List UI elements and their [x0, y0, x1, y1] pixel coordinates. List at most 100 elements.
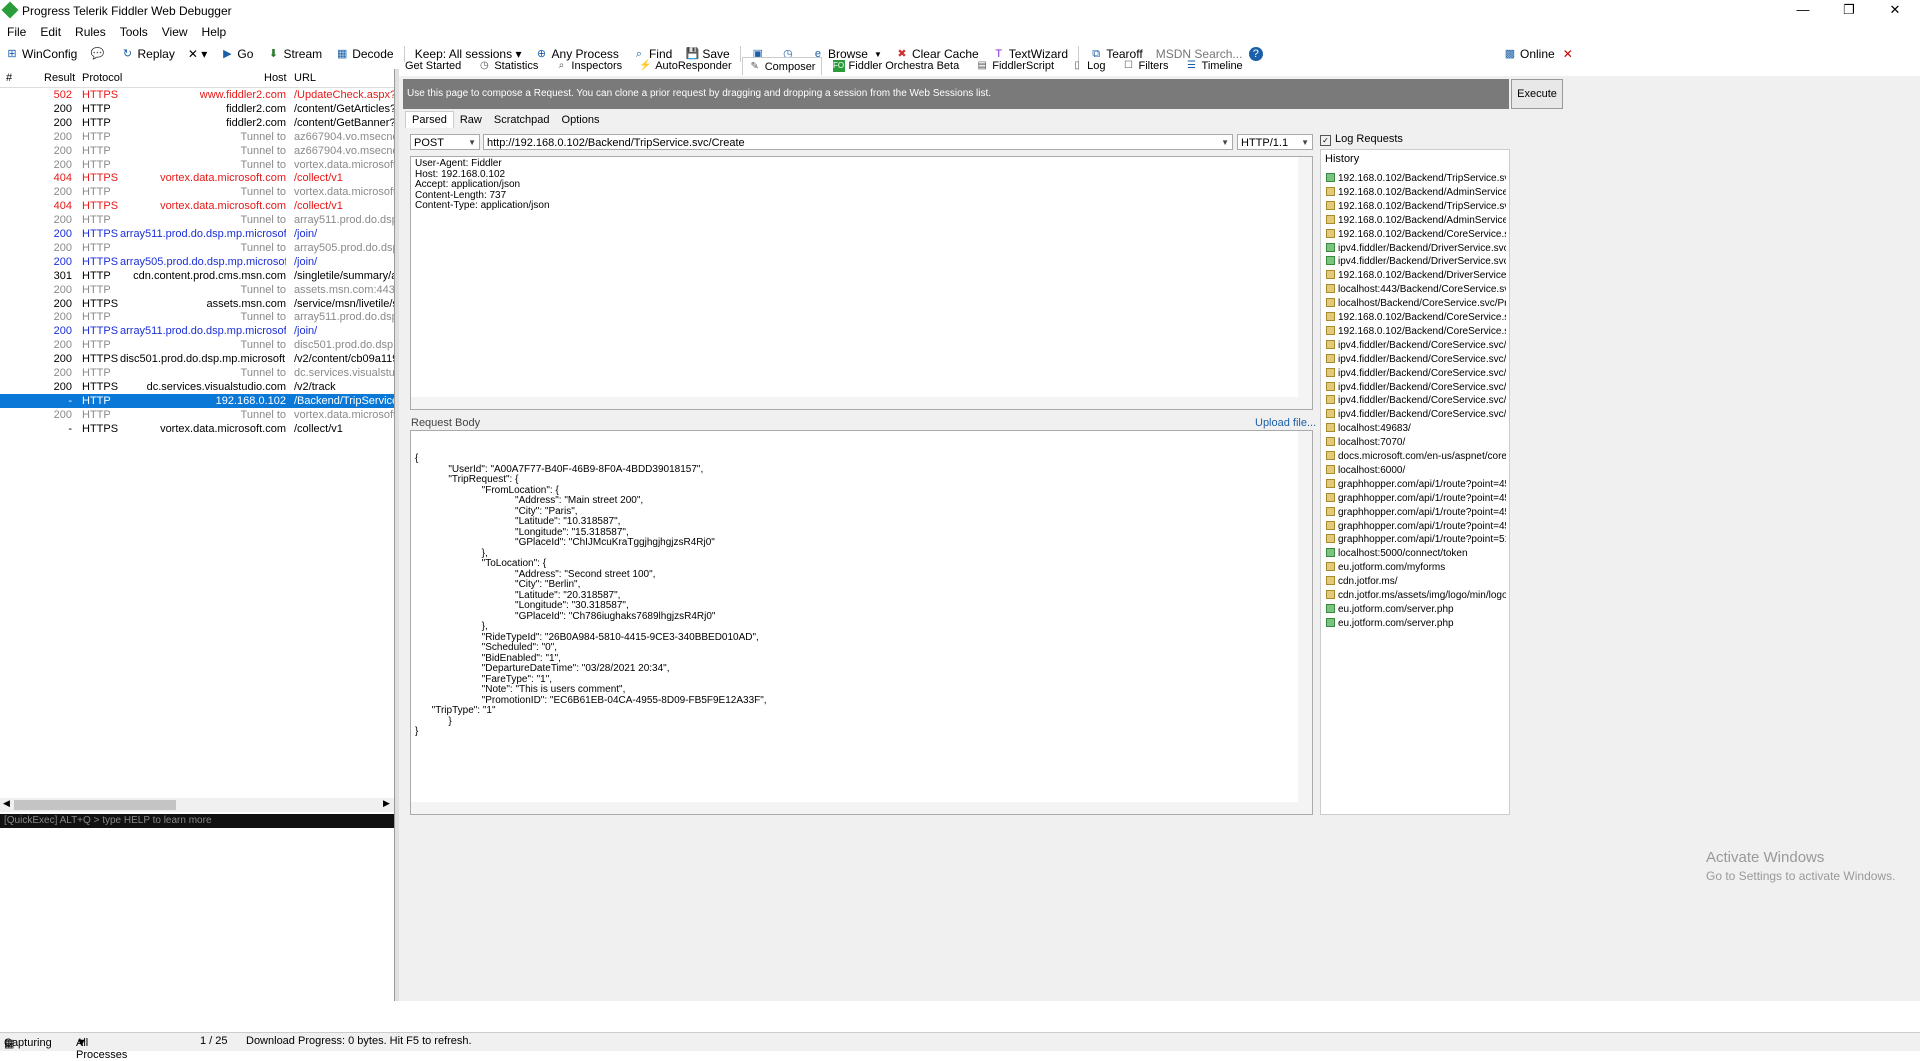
menu-edit[interactable]: Edit: [33, 22, 68, 39]
menu-view[interactable]: View: [155, 22, 195, 39]
method-select[interactable]: POST ▼: [410, 134, 480, 150]
menu-tools[interactable]: Tools: [113, 22, 155, 39]
session-row[interactable]: ▤53200HTTPSdisc501.prod.do.dsp.mp.micros…: [0, 352, 394, 366]
history-item[interactable]: ipv4.fiddler/Backend/CoreService.svc/Pr.…: [1326, 394, 1506, 408]
session-row[interactable]: ⬇58-HTTPSvortex.data.microsoft.com/colle…: [0, 422, 394, 436]
session-row[interactable]: ▲37200HTTPTunnel toaz667904.vo.msecnd.ne…: [0, 130, 394, 144]
horizontal-scrollbar[interactable]: ◀ ▶: [0, 798, 394, 812]
history-item[interactable]: 192.168.0.102/Backend/AdminService.s...: [1326, 186, 1506, 200]
history-item[interactable]: graphhopper.com/api/1/route?point=45....: [1326, 478, 1506, 492]
tab-autoresponder[interactable]: ⚡ AutoResponder: [632, 57, 738, 75]
comment-button[interactable]: 💬: [85, 43, 112, 65]
history-item[interactable]: 192.168.0.102/Backend/CoreService.sv...: [1326, 325, 1506, 339]
menu-file[interactable]: File: [0, 22, 33, 39]
tab-inspectors[interactable]: ⌕ Inspectors: [548, 57, 629, 75]
log-requests-checkbox[interactable]: ✓ Log Requests: [1320, 133, 1403, 146]
session-row[interactable]: ▢41200HTTPTunnel tovortex.data.microsoft…: [0, 185, 394, 199]
session-row[interactable]: ▤47301HTTPcdn.content.prod.cms.msn.com/s…: [0, 269, 394, 283]
vertical-scrollbar[interactable]: [1298, 157, 1312, 409]
tab-composer[interactable]: ✎ Composer: [741, 57, 823, 75]
url-input[interactable]: http://192.168.0.102/Backend/TripService…: [483, 134, 1233, 150]
session-row[interactable]: ▲40404HTTPSvortex.data.microsoft.com/col…: [0, 171, 394, 185]
history-item[interactable]: eu.jotform.com/server.php: [1326, 603, 1506, 617]
menu-help[interactable]: Help: [195, 22, 234, 39]
tab-statistics[interactable]: ◷ Statistics: [471, 57, 545, 75]
history-item[interactable]: localhost:6000/: [1326, 464, 1506, 478]
col-header-id[interactable]: #: [6, 72, 12, 84]
session-row[interactable]: ▢57200HTTPTunnel tovortex.data.microsoft…: [0, 408, 394, 422]
decode-button[interactable]: ▦ Decode: [330, 43, 398, 65]
tab-get-started[interactable]: Get Started: [398, 57, 468, 75]
history-item[interactable]: ipv4.fiddler/Backend/CoreService.svc/Pr.…: [1326, 408, 1506, 422]
history-item[interactable]: ipv4.fiddler/Backend/DriverService.svc/C…: [1326, 255, 1506, 269]
minimize-button[interactable]: —: [1780, 0, 1826, 22]
vertical-scrollbar[interactable]: [1298, 431, 1312, 814]
go-button[interactable]: ▶ Go: [215, 43, 258, 65]
session-row[interactable]: ⬇56-HTTP192.168.0.102/Backend/TripServic…: [0, 393, 394, 408]
remove-button[interactable]: ✕ ▾: [183, 43, 212, 65]
col-header-result[interactable]: Result: [44, 72, 75, 84]
col-header-host[interactable]: Host: [264, 72, 287, 84]
session-row[interactable]: ➡46200HTTPSarray505.prod.do.dsp.mp.micro…: [0, 255, 394, 269]
horizontal-scrollbar[interactable]: [411, 397, 1312, 409]
session-row[interactable]: ▢52200HTTPTunnel todisc501.prod.do.dsp.m…: [0, 338, 394, 352]
horizontal-scrollbar[interactable]: [411, 802, 1312, 814]
tab-log[interactable]: ▯ Log: [1064, 57, 1112, 75]
session-row[interactable]: ▤49200HTTPSassets.msn.com/service/msn/li…: [0, 297, 394, 311]
history-item[interactable]: eu.jotform.com/server.php: [1326, 617, 1506, 631]
quickexec-input[interactable]: [QuickExec] ALT+Q > type HELP to learn m…: [0, 814, 394, 828]
subtab-scratchpad[interactable]: Scratchpad: [488, 112, 556, 128]
history-item[interactable]: graphhopper.com/api/1/route?point=45....: [1326, 506, 1506, 520]
history-item[interactable]: localhost:443/Backend/CoreService.svc/..…: [1326, 283, 1506, 297]
winconfig-button[interactable]: ⊞ WinConfig: [0, 43, 82, 65]
scroll-left-icon[interactable]: ◀: [3, 798, 10, 809]
history-item[interactable]: 192.168.0.102/Backend/DriverService.s...: [1326, 269, 1506, 283]
history-item[interactable]: graphhopper.com/api/1/route?point=51....: [1326, 533, 1506, 547]
session-row[interactable]: ➡44200HTTPSarray511.prod.do.dsp.mp.micro…: [0, 227, 394, 241]
session-row[interactable]: ▤3200HTTPfiddler2.com/content/GetBanner?…: [0, 116, 394, 130]
history-item[interactable]: ipv4.fiddler/Backend/CoreService.svc/Pr.…: [1326, 339, 1506, 353]
session-row[interactable]: ▲1502HTTPSwww.fiddler2.com/UpdateCheck.a…: [0, 88, 394, 102]
subtab-parsed[interactable]: Parsed: [405, 111, 454, 128]
history-item[interactable]: 192.168.0.102/Backend/CoreService.sv...: [1326, 311, 1506, 325]
replay-button[interactable]: ↻ Replay: [115, 43, 179, 65]
history-item[interactable]: 192.168.0.102/Backend/AdminService.s...: [1326, 214, 1506, 228]
history-item[interactable]: ipv4.fiddler/Backend/CoreService.svc/Pr.…: [1326, 381, 1506, 395]
tab-fiddlerscript[interactable]: ▤ FiddlerScript: [969, 57, 1061, 75]
http-version-select[interactable]: HTTP/1.1 ▼: [1237, 134, 1313, 150]
session-row[interactable]: ▤2200HTTPfiddler2.com/content/GetArticle…: [0, 102, 394, 116]
history-item[interactable]: 192.168.0.102/Backend/TripService.svc/..…: [1326, 200, 1506, 214]
history-item[interactable]: docs.microsoft.com/en-us/aspnet/core/...: [1326, 450, 1506, 464]
col-header-url[interactable]: URL: [294, 72, 316, 84]
col-header-protocol[interactable]: Protocol: [82, 72, 122, 84]
tab-filters[interactable]: ☐ Filters: [1116, 57, 1176, 75]
scrollbar-thumb[interactable]: [14, 800, 176, 810]
history-item[interactable]: cdn.jotfor.ms/assets/img/logo/min/logo-.…: [1326, 589, 1506, 603]
execute-button[interactable]: Execute: [1511, 79, 1563, 109]
stream-button[interactable]: ⬇ Stream: [261, 43, 327, 65]
session-row[interactable]: ▢54200HTTPTunnel todc.services.visualstu…: [0, 366, 394, 380]
menu-rules[interactable]: Rules: [68, 22, 113, 39]
request-headers-editor[interactable]: User-Agent: Fiddler Host: 192.168.0.102 …: [410, 156, 1313, 410]
history-item[interactable]: graphhopper.com/api/1/route?point=45....: [1326, 492, 1506, 506]
session-row[interactable]: ▲38200HTTPTunnel toaz667904.vo.msecnd.ne…: [0, 144, 394, 158]
history-item[interactable]: cdn.jotfor.ms/: [1326, 575, 1506, 589]
history-item[interactable]: ipv4.fiddler/Backend/CoreService.svc/Pr.…: [1326, 367, 1506, 381]
history-item[interactable]: localhost:7070/: [1326, 436, 1506, 450]
history-item[interactable]: 192.168.0.102/Backend/TripService.svc/..…: [1326, 172, 1506, 186]
history-item[interactable]: localhost:5000/connect/token: [1326, 547, 1506, 561]
upload-file-link[interactable]: Upload file...: [1255, 417, 1316, 429]
history-item[interactable]: eu.jotform.com/myforms: [1326, 561, 1506, 575]
session-row[interactable]: ▢50200HTTPTunnel toarray511.prod.do.dsp.…: [0, 310, 394, 324]
scroll-right-icon[interactable]: ▶: [383, 798, 390, 809]
close-window-button[interactable]: ✕: [1872, 0, 1918, 22]
session-row[interactable]: ➡55200HTTPSdc.services.visualstudio.com/…: [0, 380, 394, 394]
history-item[interactable]: ipv4.fiddler/Backend/CoreService.svc/Pr.…: [1326, 353, 1506, 367]
history-item[interactable]: graphhopper.com/api/1/route?point=45....: [1326, 520, 1506, 534]
subtab-options[interactable]: Options: [556, 112, 606, 128]
request-body-editor[interactable]: { "UserId": "A00A7F77-B40F-46B9-8F0A-4BD…: [410, 430, 1313, 815]
history-item[interactable]: 192.168.0.102/Backend/CoreService.sv...: [1326, 228, 1506, 242]
subtab-raw[interactable]: Raw: [454, 112, 488, 128]
session-row[interactable]: ➡51200HTTPSarray511.prod.do.dsp.mp.micro…: [0, 324, 394, 338]
maximize-button[interactable]: ❐: [1826, 0, 1872, 22]
